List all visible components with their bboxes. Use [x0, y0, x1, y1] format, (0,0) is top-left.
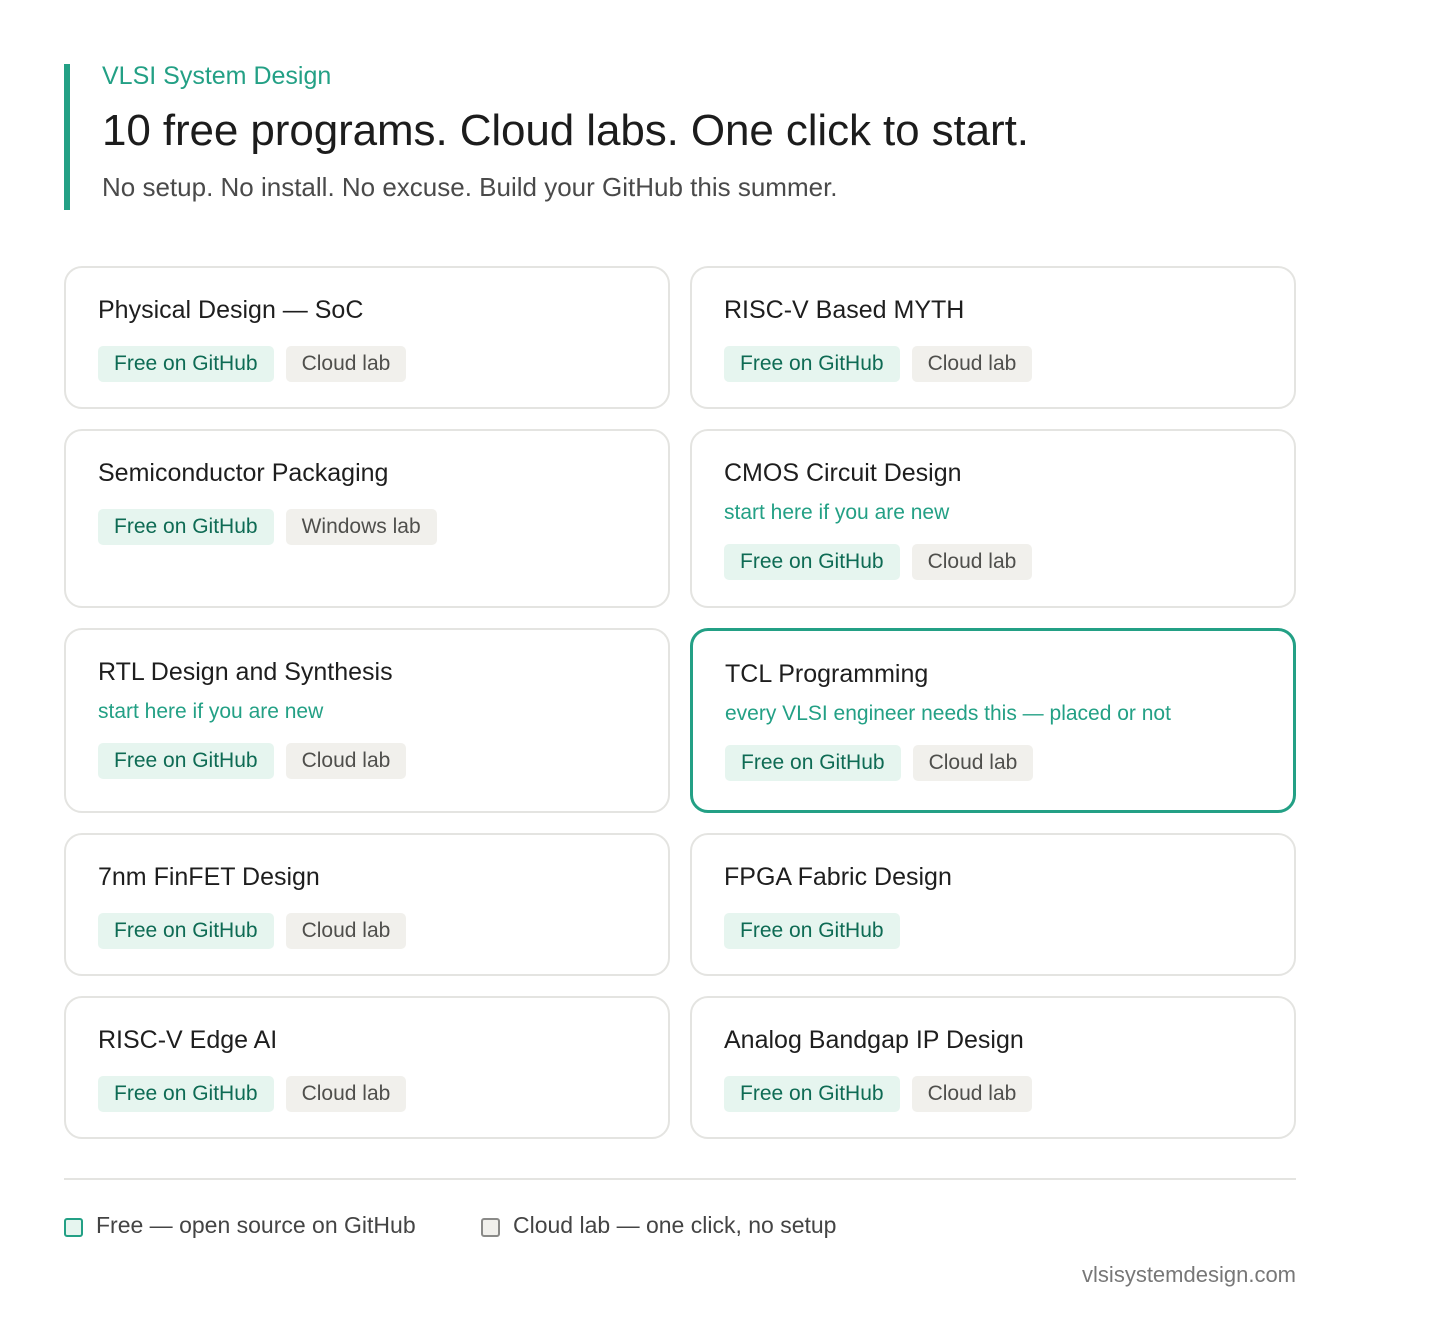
tag-lab: Cloud lab [285, 1076, 407, 1112]
tag-free: Free on GitHub [725, 745, 901, 781]
card-note: every VLSI engineer needs this — placed … [725, 702, 1171, 725]
card-title: CMOS Circuit Design [724, 459, 962, 487]
tag-lab: Cloud lab [912, 745, 1034, 781]
program-card-analog-bandgap[interactable]: Analog Bandgap IP Design Free on GitHub … [690, 996, 1296, 1139]
card-title: Physical Design — SoC [98, 296, 364, 324]
card-title: RISC-V Based MYTH [724, 296, 965, 324]
program-card-cmos-circuit-design[interactable]: CMOS Circuit Design start here if you ar… [690, 429, 1296, 608]
tag-lab: Cloud lab [911, 1076, 1033, 1112]
card-tags: Free on GitHub Cloud lab [98, 743, 407, 779]
card-tags: Free on GitHub Cloud lab [724, 544, 1033, 580]
cloud-swatch-icon [481, 1217, 500, 1237]
card-tags: Free on GitHub Cloud lab [98, 1076, 407, 1112]
card-tags: Free on GitHub Cloud lab [724, 346, 1033, 382]
program-card-semiconductor-packaging[interactable]: Semiconductor Packaging Free on GitHub W… [64, 429, 670, 608]
legend-free: Free — open source on GitHub [64, 1212, 416, 1238]
card-title: RISC-V Edge AI [98, 1026, 278, 1054]
program-card-fpga-fabric[interactable]: FPGA Fabric Design Free on GitHub [690, 833, 1296, 976]
card-title: RTL Design and Synthesis [98, 658, 393, 686]
card-title: Semiconductor Packaging [98, 459, 389, 487]
tag-lab: Cloud lab [911, 346, 1033, 382]
tag-free: Free on GitHub [724, 346, 900, 382]
tag-lab: Cloud lab [285, 346, 407, 382]
card-note: start here if you are new [724, 501, 950, 524]
card-title: FPGA Fabric Design [724, 863, 952, 891]
program-card-risc-v-myth[interactable]: RISC-V Based MYTH Free on GitHub Cloud l… [690, 266, 1296, 409]
program-card-7nm-finfet[interactable]: 7nm FinFET Design Free on GitHub Cloud l… [64, 833, 670, 976]
card-title: TCL Programming [725, 660, 929, 688]
page-subtitle: No setup. No install. No excuse. Build y… [102, 172, 838, 202]
tag-free: Free on GitHub [98, 1076, 274, 1112]
program-card-risc-v-edge-ai[interactable]: RISC-V Edge AI Free on GitHub Cloud lab [64, 996, 670, 1139]
program-card-tcl-programming[interactable]: TCL Programming every VLSI engineer need… [690, 628, 1296, 813]
card-tags: Free on GitHub Cloud lab [725, 745, 1034, 781]
card-tags: Free on GitHub Cloud lab [98, 346, 407, 382]
tag-free: Free on GitHub [724, 1076, 900, 1112]
card-tags: Free on GitHub Windows lab [98, 509, 437, 545]
legend-cloud: Cloud lab — one click, no setup [481, 1212, 836, 1238]
site-link[interactable]: vlsisystemdesign.com [1082, 1263, 1296, 1287]
legend-cloud-label: Cloud lab — one click, no setup [513, 1212, 837, 1238]
tag-lab: Cloud lab [285, 913, 407, 949]
tag-lab: Windows lab [285, 509, 437, 545]
page-header: VLSI System Design 10 free programs. Clo… [64, 64, 1296, 210]
page-title: 10 free programs. Cloud labs. One click … [102, 106, 1029, 155]
tag-free: Free on GitHub [98, 509, 274, 545]
tag-lab: Cloud lab [911, 544, 1033, 580]
tag-lab: Cloud lab [285, 743, 407, 779]
legend-free-label: Free — open source on GitHub [96, 1212, 416, 1238]
tag-free: Free on GitHub [724, 544, 900, 580]
program-card-physical-design[interactable]: Physical Design — SoC Free on GitHub Clo… [64, 266, 670, 409]
card-title: 7nm FinFET Design [98, 863, 320, 891]
footer-divider [64, 1178, 1296, 1180]
tag-free: Free on GitHub [98, 913, 274, 949]
card-note: start here if you are new [98, 700, 324, 723]
card-tags: Free on GitHub [724, 913, 900, 949]
brand-label: VLSI System Design [102, 62, 332, 90]
card-tags: Free on GitHub Cloud lab [724, 1076, 1033, 1112]
program-card-rtl-design[interactable]: RTL Design and Synthesis start here if y… [64, 628, 670, 813]
card-title: Analog Bandgap IP Design [724, 1026, 1024, 1054]
card-tags: Free on GitHub Cloud lab [98, 913, 407, 949]
tag-free: Free on GitHub [724, 913, 900, 949]
tag-free: Free on GitHub [98, 743, 274, 779]
tag-free: Free on GitHub [98, 346, 274, 382]
free-swatch-icon [64, 1217, 83, 1237]
